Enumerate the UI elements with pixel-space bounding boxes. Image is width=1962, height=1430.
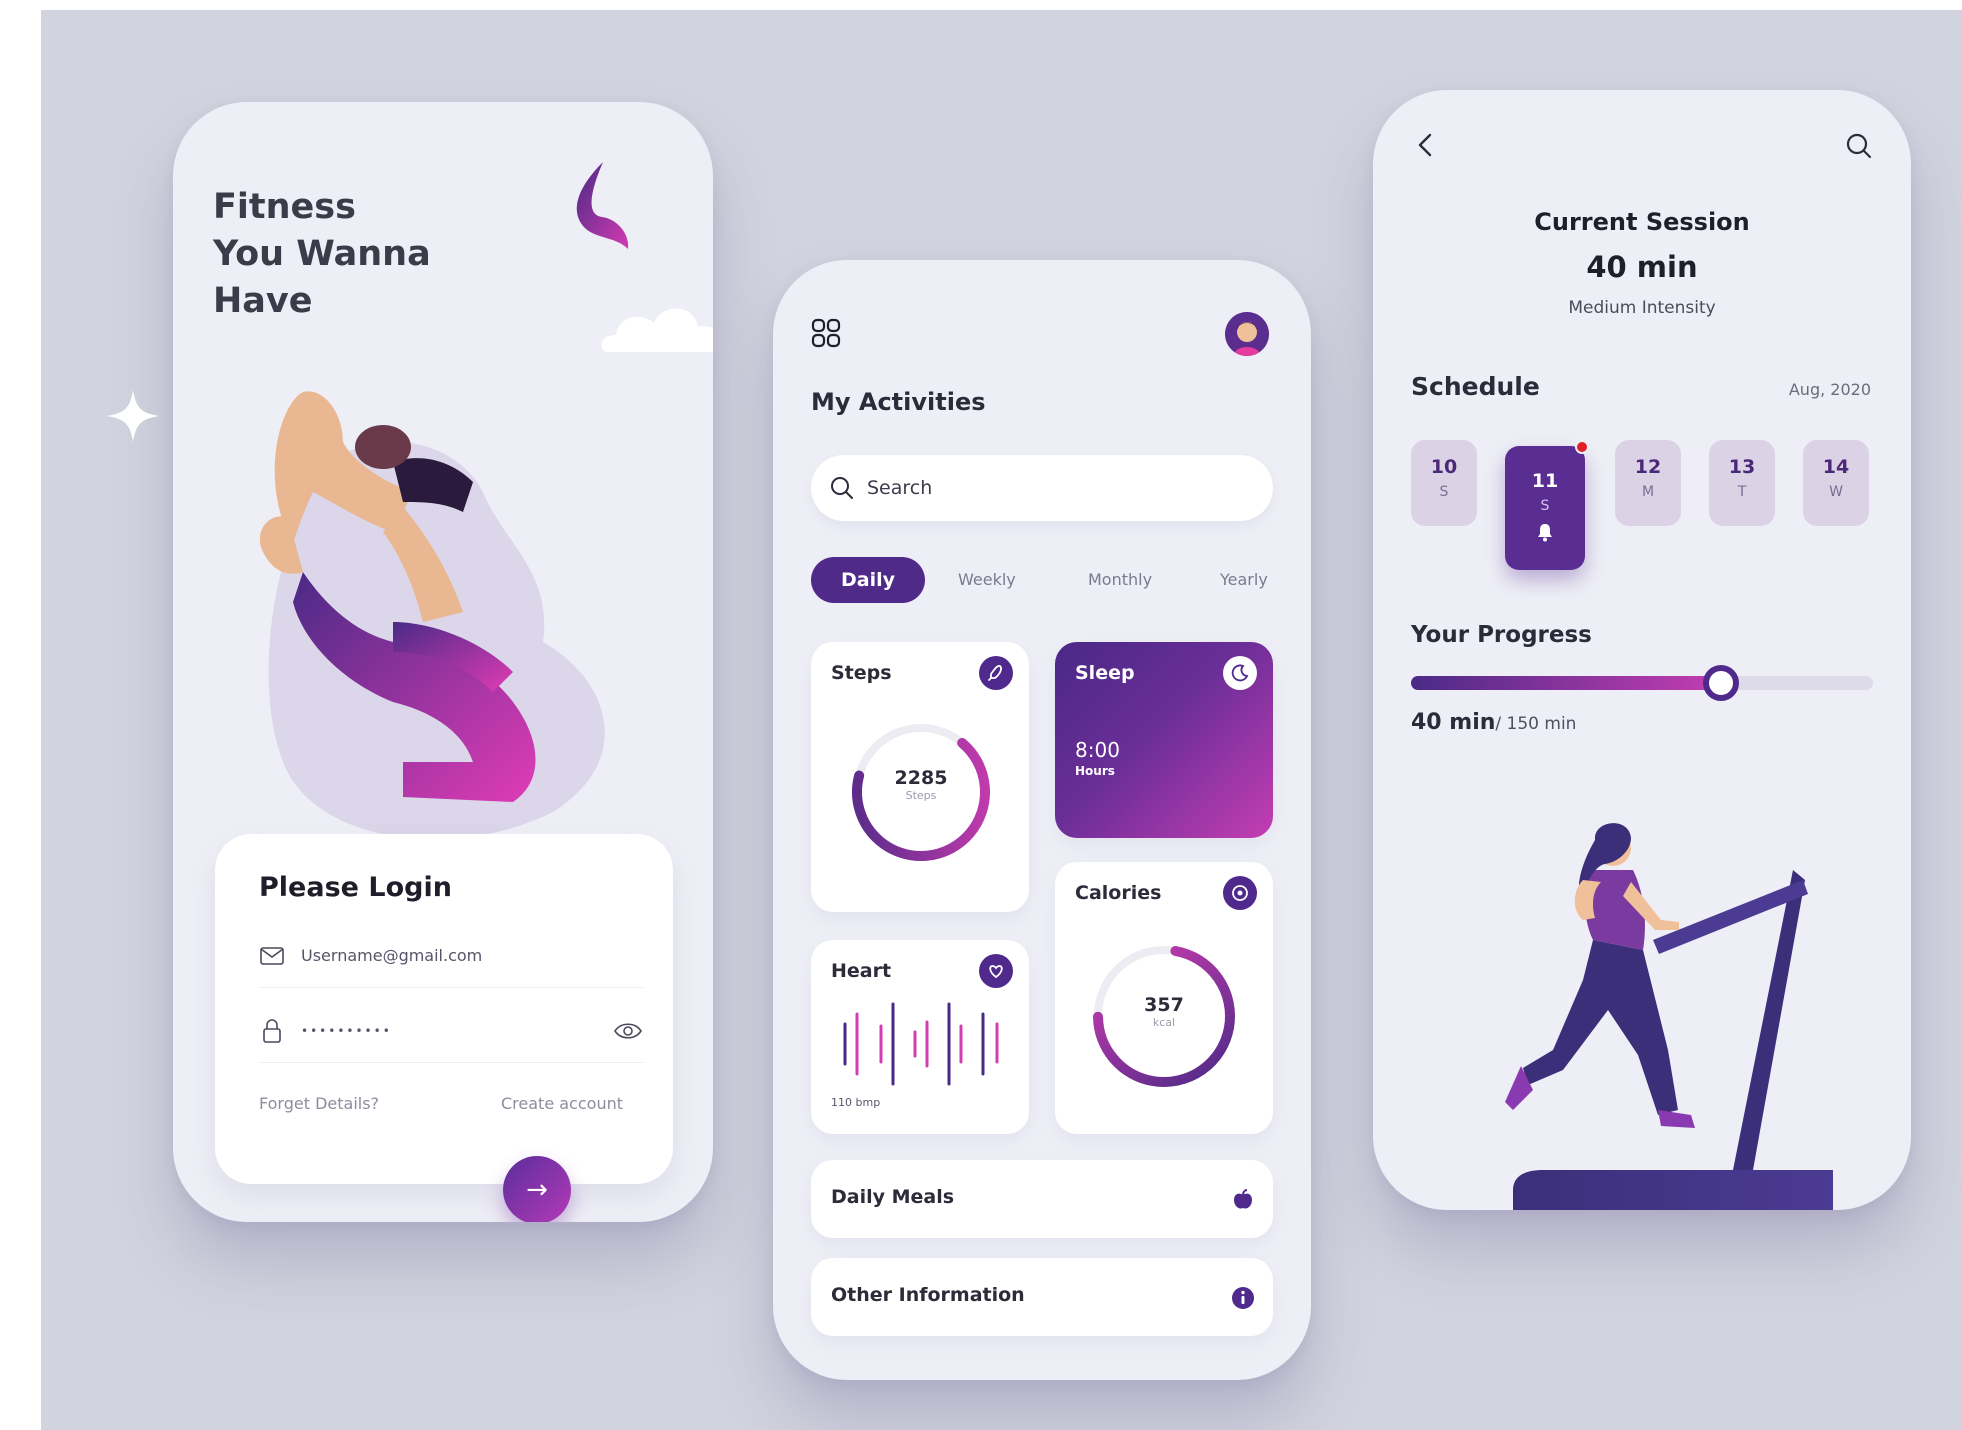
eye-icon[interactable]	[613, 1020, 643, 1042]
create-account-link[interactable]: Create account	[501, 1094, 623, 1113]
day-number: 13	[1728, 456, 1756, 478]
tab-weekly[interactable]: Weekly	[958, 557, 1016, 603]
search-icon	[831, 477, 853, 499]
sparkle-icon	[107, 390, 159, 442]
headline-line-1: Fitness	[213, 187, 356, 227]
schedule-day-12[interactable]: 12 M	[1615, 440, 1681, 526]
schedule-day-11[interactable]: 11 S	[1505, 440, 1589, 570]
progress-slider[interactable]	[1411, 665, 1873, 701]
forgot-details-link[interactable]: Forget Details?	[259, 1094, 379, 1113]
email-value: Username@gmail.com	[301, 946, 483, 965]
tab-daily[interactable]: Daily	[811, 557, 925, 603]
back-icon[interactable]	[1413, 132, 1439, 158]
login-links: Forget Details? Create account	[259, 1094, 623, 1113]
email-field[interactable]: Username@gmail.com	[259, 924, 643, 988]
day-weekday: T	[1737, 484, 1747, 500]
headline-line-3: Have	[213, 281, 313, 321]
progress-total: / 150 min	[1495, 714, 1577, 734]
progress-readout: 40 min/ 150 min	[1411, 710, 1576, 735]
calories-card[interactable]: Calories 357 kcal	[1055, 862, 1273, 1134]
schedule-day-10[interactable]: 10 S	[1411, 440, 1477, 526]
session-screen: Current Session 40 min Medium Intensity …	[1373, 90, 1911, 1210]
tab-yearly[interactable]: Yearly	[1220, 557, 1268, 603]
daily-meals-row[interactable]: Daily Meals	[811, 1160, 1273, 1238]
login-submit-button[interactable]: →	[503, 1156, 571, 1222]
steps-value: 2285	[894, 767, 948, 789]
headline-line-2: You Wanna	[213, 234, 431, 274]
day-number: 11	[1531, 470, 1559, 492]
daily-meals-label: Daily Meals	[831, 1186, 955, 1208]
steps-card[interactable]: Steps 2285 Steps	[811, 642, 1029, 912]
sleep-unit: Hours	[1075, 764, 1115, 778]
day-weekday: S	[1540, 498, 1550, 514]
session-intensity: Medium Intensity	[1568, 298, 1716, 318]
schedule-date[interactable]: Aug, 2020	[1789, 380, 1871, 399]
activities-screen: My Activities Daily Weekly Monthly Yearl…	[773, 260, 1311, 1380]
yoga-illustration	[259, 391, 605, 840]
schedule-title: Schedule	[1411, 372, 1540, 401]
progress-knob[interactable]	[1702, 665, 1739, 701]
search-input[interactable]	[867, 477, 1227, 499]
password-value: ••••••••••	[301, 1023, 392, 1038]
page-title: My Activities	[811, 388, 986, 416]
steps-unit: Steps	[905, 789, 937, 802]
grid-icon[interactable]	[811, 318, 841, 348]
session-duration: 40 min	[1586, 250, 1698, 284]
treadmill-runner-illustration	[1505, 823, 1833, 1210]
target-icon	[1223, 876, 1257, 910]
lock-icon	[259, 1018, 285, 1044]
mail-icon	[259, 943, 285, 969]
sleep-card[interactable]: Sleep 8:00 Hours	[1055, 642, 1273, 838]
session-title: Current Session	[1534, 208, 1750, 236]
heart-title: Heart	[831, 960, 892, 982]
login-screen: Fitness You Wanna Have Please Login User…	[173, 102, 713, 1222]
calories-value: 357	[1144, 994, 1184, 1016]
calories-readout: 357 kcal	[1114, 994, 1214, 1029]
logo-icon	[576, 162, 629, 249]
background-canvas: Fitness You Wanna Have Please Login User…	[41, 10, 1962, 1430]
avatar[interactable]	[1225, 312, 1269, 356]
day-number: 14	[1822, 456, 1850, 478]
rocket-icon	[979, 656, 1013, 690]
bell-icon	[1538, 524, 1552, 542]
day-weekday: S	[1439, 484, 1449, 500]
heart-card[interactable]: Heart 110 bmp	[811, 940, 1029, 1134]
login-title: Please Login	[259, 872, 452, 903]
info-icon	[1232, 1287, 1254, 1309]
day-number: 10	[1430, 456, 1458, 478]
search-bar[interactable]	[811, 455, 1273, 521]
schedule-day-13[interactable]: 13 T	[1709, 440, 1775, 526]
other-information-row[interactable]: Other Information	[811, 1258, 1273, 1336]
login-card: Please Login Username@gmail.com ••••••••…	[215, 834, 673, 1184]
heart-rate-value: 110 bmp	[831, 1096, 881, 1109]
calories-unit: kcal	[1152, 1016, 1176, 1029]
progress-current: 40 min	[1411, 710, 1496, 735]
steps-title: Steps	[831, 662, 892, 684]
day-number: 12	[1634, 456, 1662, 478]
progress-title: Your Progress	[1411, 622, 1592, 648]
calories-title: Calories	[1075, 882, 1162, 904]
apple-icon	[1234, 1189, 1252, 1209]
other-information-label: Other Information	[831, 1284, 1025, 1306]
progress-fill	[1411, 676, 1721, 690]
notification-dot	[1575, 440, 1589, 454]
sleep-value: 8:00	[1075, 738, 1120, 762]
password-field[interactable]: ••••••••••	[259, 999, 643, 1063]
tab-monthly[interactable]: Monthly	[1088, 557, 1152, 603]
sleep-title: Sleep	[1075, 662, 1135, 684]
day-weekday: W	[1829, 484, 1843, 500]
steps-readout: 2285 Steps	[871, 767, 971, 802]
arrow-right-icon: →	[526, 1175, 548, 1205]
moon-icon	[1223, 656, 1257, 690]
period-tabs: Daily Weekly Monthly Yearly	[811, 557, 1281, 603]
day-weekday: M	[1641, 484, 1655, 500]
headline: Fitness You Wanna Have	[213, 184, 513, 325]
search-icon[interactable]	[1845, 132, 1873, 160]
heart-icon	[979, 954, 1013, 988]
heart-rate-wave	[843, 1002, 999, 1086]
schedule-day-14[interactable]: 14 W	[1803, 440, 1869, 526]
